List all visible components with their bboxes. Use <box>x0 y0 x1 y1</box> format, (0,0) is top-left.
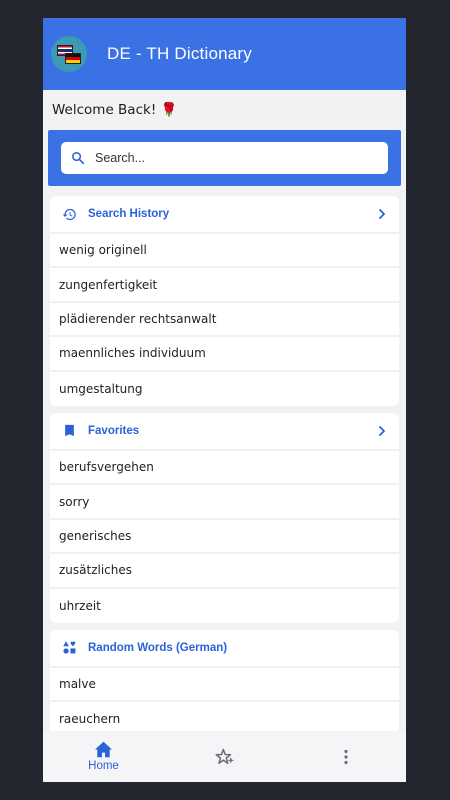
sparkle-star-icon <box>215 748 234 764</box>
history-item[interactable]: zungenfertigkeit <box>50 268 399 303</box>
search-history-card: Search History wenig originell zungenfer… <box>50 196 399 406</box>
search-history-header[interactable]: Search History <box>50 196 399 234</box>
favorite-item[interactable]: zusätzliches <box>50 554 399 589</box>
favorites-title: Favorites <box>88 424 140 437</box>
nav-home[interactable]: Home <box>43 731 164 782</box>
random-words-header: Random Words (German) <box>50 630 399 668</box>
history-item[interactable]: umgestaltung <box>50 372 399 406</box>
favorites-card: Favorites berufsvergehen sorry generisch… <box>50 412 399 623</box>
favorite-item[interactable]: sorry <box>50 485 399 520</box>
favorite-item[interactable]: uhrzeit <box>50 589 399 623</box>
search-icon <box>71 151 85 165</box>
app-title: DE - TH Dictionary <box>107 44 252 63</box>
app-bar: DE - TH Dictionary <box>43 18 406 90</box>
nav-more[interactable] <box>285 731 406 782</box>
favorite-item[interactable]: berufsvergehen <box>50 451 399 486</box>
nav-favorites[interactable] <box>164 731 285 782</box>
random-words-title: Random Words (German) <box>88 641 228 654</box>
welcome-message: Welcome Back! 🌹 <box>52 102 178 118</box>
favorite-item[interactable]: generisches <box>50 520 399 555</box>
random-word-item[interactable]: malve <box>50 668 399 703</box>
chevron-right-icon[interactable] <box>377 425 387 437</box>
app-logo-icon <box>51 36 87 72</box>
favorites-header[interactable]: Favorites <box>50 413 399 451</box>
history-icon <box>62 208 76 220</box>
random-words-card: Random Words (German) malve raeuchern <box>50 629 399 737</box>
search-bar-container <box>48 130 401 186</box>
home-icon <box>95 741 112 758</box>
bookmark-icon <box>65 425 74 437</box>
shapes-icon <box>63 641 76 654</box>
history-item[interactable]: wenig originell <box>50 234 399 269</box>
search-history-title: Search History <box>88 208 170 220</box>
nav-home-label: Home <box>88 760 119 772</box>
german-flag-icon <box>65 53 81 64</box>
bottom-navigation: Home <box>43 731 406 782</box>
search-input[interactable] <box>95 151 345 165</box>
history-item[interactable]: maennliches individuum <box>50 337 399 372</box>
more-vert-icon <box>343 749 348 764</box>
search-box[interactable] <box>61 142 388 174</box>
history-item[interactable]: plädierender rechtsanwalt <box>50 303 399 338</box>
chevron-right-icon[interactable] <box>377 208 387 220</box>
app-screen: DE - TH Dictionary Welcome Back! 🌹 Searc… <box>43 18 406 782</box>
